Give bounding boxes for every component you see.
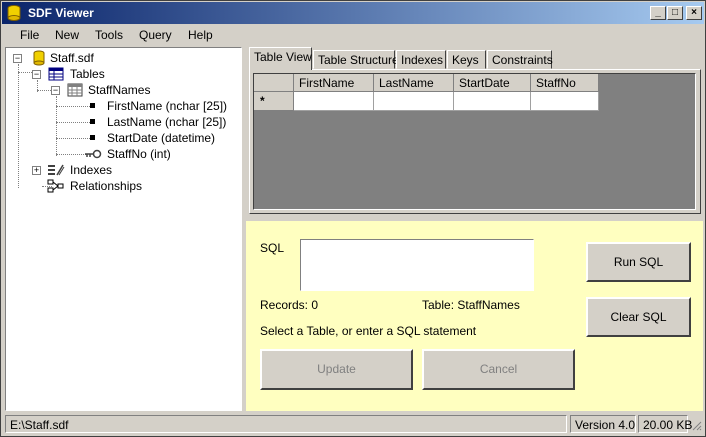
menu-tools[interactable]: Tools — [95, 28, 123, 42]
expand-toggle[interactable]: + — [32, 166, 41, 175]
tree-label-column: StaffNo (int) — [107, 147, 171, 161]
data-grid[interactable]: FirstName LastName StartDate StaffNo * — [253, 73, 696, 210]
tree-node-column-key[interactable]: StaffNo (int) — [84, 146, 234, 162]
tree-label-table: StaffNames — [88, 83, 151, 97]
sql-panel: SQL Records: 0 Table: StaffNames Select … — [246, 221, 703, 411]
grid-column-header[interactable]: LastName — [374, 74, 454, 92]
menu-bar: File New Tools Query Help — [2, 25, 704, 45]
tree-label-relationships: Relationships — [70, 179, 143, 193]
tree-label-database: Staff.sdf — [50, 51, 94, 65]
indexes-icon — [48, 164, 65, 176]
clear-sql-button[interactable]: Clear SQL — [586, 297, 691, 337]
cancel-button[interactable]: Cancel — [422, 349, 575, 390]
grid-column-header[interactable]: FirstName — [294, 74, 374, 92]
tree-label-tables: Tables — [70, 67, 105, 81]
menu-file[interactable]: File — [20, 28, 39, 42]
update-button[interactable]: Update — [260, 349, 413, 390]
menu-help[interactable]: Help — [188, 28, 213, 42]
current-table: Table: StaffNames — [422, 298, 520, 312]
database-icon — [7, 5, 21, 21]
tree-node-column[interactable]: FirstName (nchar [25]) — [88, 98, 238, 114]
grid-cell[interactable] — [454, 92, 531, 111]
tree-node-tables[interactable]: − Tables — [28, 66, 208, 82]
hint-text: Select a Table, or enter a SQL statement — [260, 324, 477, 338]
tab-constraints[interactable]: Constraints — [487, 50, 553, 69]
status-path: E:\Staff.sdf — [5, 415, 567, 433]
status-size: 20.00 KB — [638, 415, 692, 433]
tree-label-column: FirstName (nchar [25]) — [107, 99, 228, 113]
tree-node-column[interactable]: StartDate (datetime) — [88, 130, 238, 146]
close-button[interactable]: × — [686, 6, 702, 20]
menu-query[interactable]: Query — [139, 28, 172, 42]
resize-grip-icon[interactable] — [690, 419, 702, 431]
tree-node-relationships[interactable]: Relationships — [28, 178, 188, 194]
grid-row-header-corner — [254, 74, 294, 92]
grid-cell[interactable] — [531, 92, 599, 111]
status-bar: E:\Staff.sdf Version 4.0 20.00 KB — [2, 413, 704, 435]
grid-column-header[interactable]: StaffNo — [531, 74, 599, 92]
tree-label-indexes: Indexes — [70, 163, 113, 177]
sql-label: SQL — [260, 241, 285, 255]
run-sql-button[interactable]: Run SQL — [586, 242, 691, 282]
collapse-toggle[interactable]: − — [32, 70, 41, 79]
minimize-button[interactable]: _ — [650, 6, 666, 20]
tables-icon — [48, 67, 64, 81]
grid-cell[interactable] — [374, 92, 454, 111]
sql-input[interactable] — [300, 239, 534, 291]
column-icon — [90, 103, 95, 108]
records-count: Records: 0 — [260, 298, 319, 312]
table-icon — [67, 83, 83, 97]
tab-table-structure[interactable]: Table Structure — [313, 50, 399, 69]
maximize-button[interactable]: □ — [667, 6, 683, 20]
database-file-icon — [33, 50, 45, 66]
collapse-toggle[interactable]: − — [51, 86, 60, 95]
grid-cell[interactable] — [294, 92, 374, 111]
collapse-toggle[interactable]: − — [13, 54, 22, 63]
new-row-marker[interactable]: * — [254, 92, 294, 111]
app-window: SDF Viewer _ □ × File New Tools Query He… — [0, 0, 706, 437]
tree-node-table-staffnames[interactable]: − StaffNames — [47, 82, 227, 98]
title-bar[interactable]: SDF Viewer _ □ × — [2, 2, 704, 24]
tree-node-column[interactable]: LastName (nchar [25]) — [88, 114, 238, 130]
tree-label-column: LastName (nchar [25]) — [107, 115, 227, 129]
tab-indexes[interactable]: Indexes — [396, 50, 446, 69]
primary-key-icon — [85, 149, 102, 159]
tab-keys[interactable]: Keys — [447, 50, 486, 69]
schema-tree[interactable]: − Staff.sdf − Tables − StaffNames FirstN… — [5, 47, 242, 411]
tab-table-view[interactable]: Table View — [249, 47, 312, 70]
column-icon — [90, 119, 95, 124]
tree-node-database[interactable]: − Staff.sdf — [10, 50, 210, 66]
window-title: SDF Viewer — [28, 6, 94, 20]
status-version: Version 4.0 — [570, 415, 636, 433]
tab-content-table-view: FirstName LastName StartDate StaffNo * — [249, 69, 701, 214]
menu-new[interactable]: New — [55, 28, 79, 42]
relationships-icon — [47, 179, 64, 193]
grid-column-header[interactable]: StartDate — [454, 74, 531, 92]
tree-node-indexes[interactable]: + Indexes — [28, 162, 178, 178]
tree-label-column: StartDate (datetime) — [107, 131, 216, 145]
column-icon — [90, 135, 95, 140]
